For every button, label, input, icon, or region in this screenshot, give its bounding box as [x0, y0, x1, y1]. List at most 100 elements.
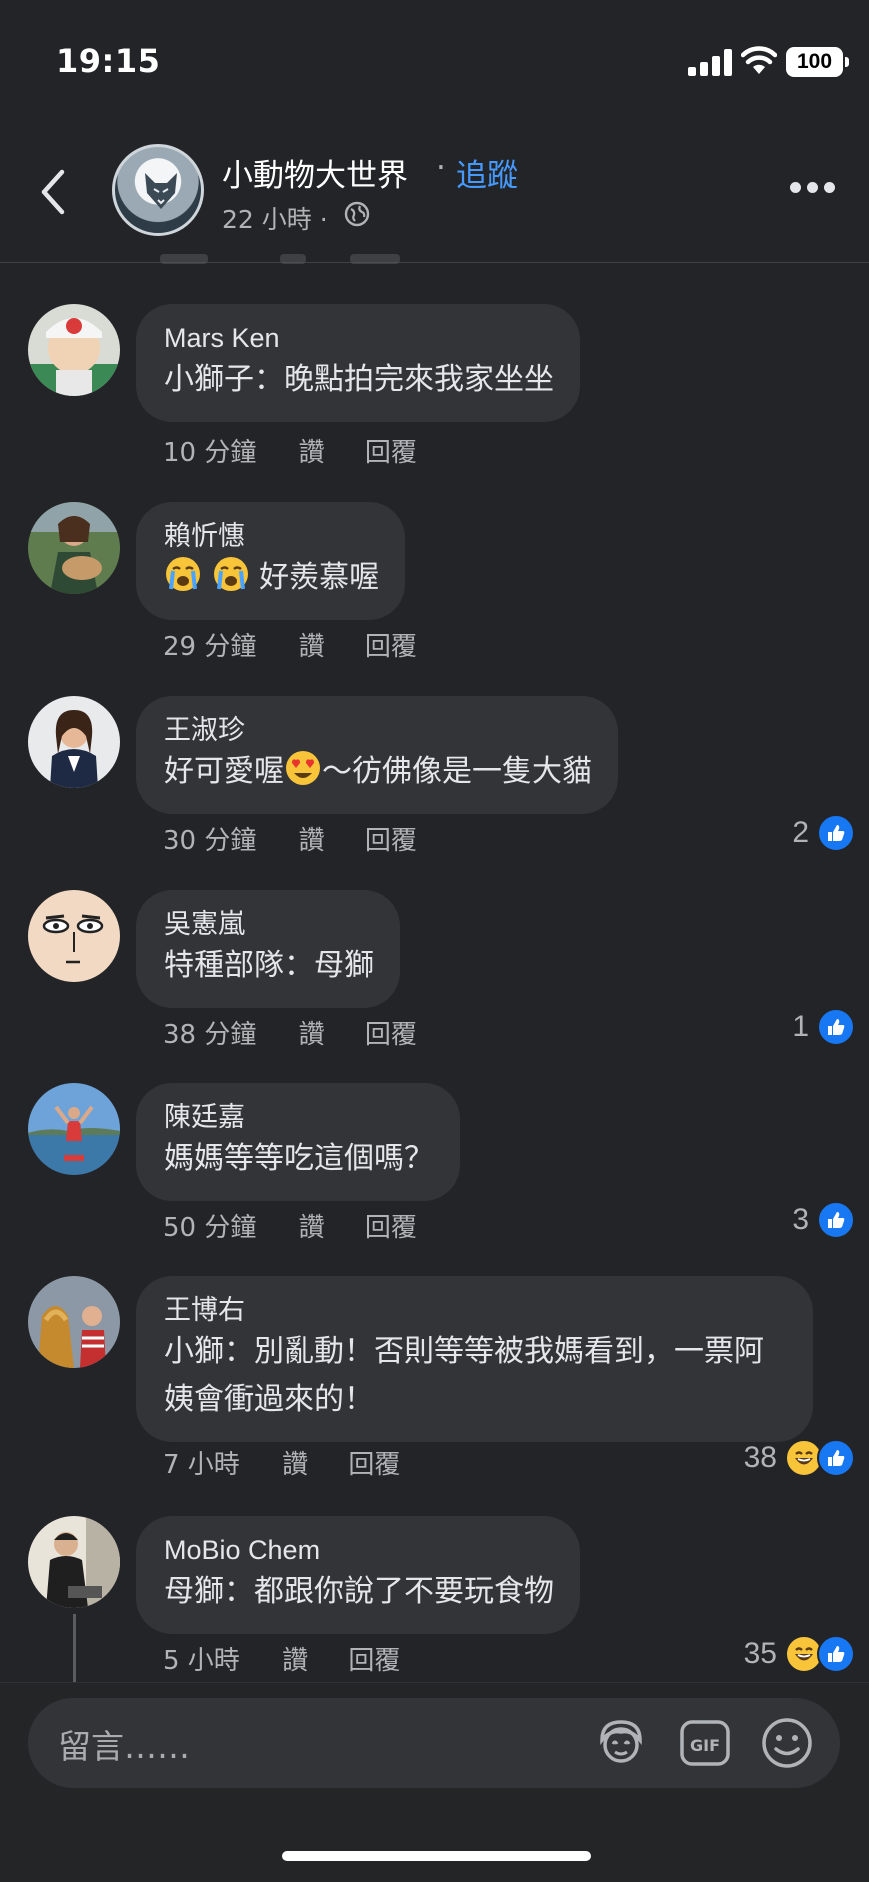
commenter-name[interactable]: MoBio Chem	[164, 1532, 554, 1568]
avatar-sticker-icon[interactable]	[592, 1714, 650, 1772]
header-separator: ·	[436, 150, 446, 186]
comment-text: 好可愛喔 ～彷佛像是一隻大貓	[164, 748, 592, 796]
like-button[interactable]: 讚	[282, 1640, 308, 1677]
page-avatar[interactable]	[112, 144, 204, 236]
reaction-count: 38	[743, 1441, 777, 1474]
avatar[interactable]	[28, 502, 120, 594]
comment-text-after: ～彷佛像是一隻大貓	[322, 754, 592, 789]
avatar[interactable]	[28, 304, 120, 396]
reply-button[interactable]: 回覆	[348, 1444, 400, 1481]
like-button[interactable]: 讚	[299, 626, 325, 663]
like-button[interactable]: 讚	[299, 1207, 325, 1244]
comment-bubble[interactable]: 賴忻憓 好羨慕喔	[136, 502, 406, 620]
gif-icon[interactable]: GIF	[676, 1714, 734, 1772]
comment-meta: 29 分鐘 讚 回覆	[163, 626, 417, 663]
reaction-summary[interactable]: 35	[744, 1634, 855, 1674]
like-button[interactable]: 讚	[299, 432, 325, 469]
comment-meta: 7 小時 讚 回覆	[163, 1444, 400, 1481]
like-reaction-icon	[817, 1439, 855, 1477]
like-button[interactable]: 讚	[282, 1444, 308, 1481]
reaction-count: 2	[792, 816, 809, 849]
comment-time: 5 小時	[163, 1646, 240, 1676]
comment-bubble[interactable]: Mars Ken 小獅子：晚點拍完來我家坐坐	[136, 304, 580, 422]
comment-meta: 10 分鐘 讚 回覆	[163, 432, 417, 469]
reply-button[interactable]: 回覆	[365, 626, 417, 663]
comment-bubble[interactable]: 王淑珍 好可愛喔 ～彷佛像是一隻大貓	[136, 696, 618, 814]
reaction-summary[interactable]: 1	[792, 1007, 855, 1047]
comment-meta: 5 小時 讚 回覆	[163, 1640, 400, 1677]
comment-meta: 38 分鐘 讚 回覆	[163, 1014, 417, 1051]
svg-text:GIF: GIF	[690, 1736, 720, 1755]
avatar[interactable]	[28, 1276, 120, 1368]
comment-bubble[interactable]: 吳憲嵐 特種部隊：母獅	[136, 890, 400, 1008]
avatar[interactable]	[28, 696, 120, 788]
comment-text: 小獅：別亂動！否則等等被我媽看到，一票阿姨會衝過來的！	[164, 1334, 764, 1417]
status-bar: 19:15 100	[0, 0, 869, 120]
reply-button[interactable]: 回覆	[348, 1640, 400, 1677]
wolf-logo-icon	[145, 173, 177, 209]
reaction-summary[interactable]: 3	[792, 1200, 855, 1240]
comment-text: 小獅子：晚點拍完來我家坐坐	[164, 362, 554, 397]
reaction-count: 35	[743, 1637, 777, 1670]
like-reaction-icon	[817, 814, 855, 852]
commenter-name[interactable]: 陳廷嘉	[164, 1099, 434, 1135]
reply-thread-line	[73, 1614, 76, 1684]
comment-meta: 50 分鐘 讚 回覆	[163, 1207, 417, 1244]
commenter-name[interactable]: 吳憲嵐	[164, 906, 374, 942]
commenter-name[interactable]: Mars Ken	[164, 320, 554, 356]
comment-input-placeholder[interactable]: 留言……	[58, 1720, 190, 1768]
comment-time: 50 分鐘	[163, 1213, 257, 1243]
like-reaction-icon	[817, 1201, 855, 1239]
post-timestamp: 22 小時 ·	[222, 205, 328, 234]
comment-text: 母獅：都跟你說了不要玩食物	[164, 1574, 554, 1609]
comment-time: 7 小時	[163, 1450, 240, 1480]
comment-bubble[interactable]: 王博右 小獅：別亂動！否則等等被我媽看到，一票阿姨會衝過來的！	[136, 1276, 813, 1442]
comment-text: 好羨慕喔	[164, 554, 379, 602]
like-reaction-icon	[817, 1008, 855, 1046]
comment-time: 29 分鐘	[163, 632, 257, 662]
comment-bubble[interactable]: MoBio Chem 母獅：都跟你說了不要玩食物	[136, 1516, 580, 1634]
reaction-summary[interactable]: 2	[792, 813, 855, 853]
back-arrow-icon[interactable]	[34, 166, 74, 218]
comment-text: 特種部隊：母獅	[164, 948, 374, 983]
reaction-count: 3	[792, 1203, 809, 1236]
comment-text: 媽媽等等吃這個嗎？	[164, 1141, 434, 1176]
clipped-previous-comment	[160, 250, 460, 266]
comment-meta: 30 分鐘 讚 回覆	[163, 820, 417, 857]
comment-time: 30 分鐘	[163, 826, 257, 856]
like-reaction-icon	[817, 1635, 855, 1673]
home-indicator	[282, 1851, 591, 1861]
reply-button[interactable]: 回覆	[365, 432, 417, 469]
comment-time: 38 分鐘	[163, 1020, 257, 1050]
wifi-icon	[741, 46, 777, 74]
more-options-icon[interactable]	[790, 182, 836, 196]
like-button[interactable]: 讚	[299, 820, 325, 857]
avatar[interactable]	[28, 1516, 120, 1608]
comment-text-body: 好羨慕喔	[259, 560, 380, 595]
commenter-name[interactable]: 賴忻憓	[164, 518, 379, 554]
commenter-name[interactable]: 王博右	[164, 1292, 787, 1328]
commenter-name[interactable]: 王淑珍	[164, 712, 592, 748]
globe-icon	[344, 201, 370, 227]
reaction-count: 1	[792, 1010, 809, 1043]
avatar[interactable]	[28, 890, 120, 982]
comment-composer[interactable]: 留言…… GIF	[28, 1698, 840, 1788]
follow-button[interactable]: 追蹤	[456, 150, 518, 195]
reaction-summary[interactable]: 38	[744, 1438, 855, 1478]
comment-text-before: 好可愛喔	[164, 754, 284, 789]
reply-button[interactable]: 回覆	[365, 1014, 417, 1051]
crying-face-emoji-icon	[213, 557, 248, 591]
battery-indicator: 100	[786, 47, 849, 77]
emoji-icon[interactable]	[758, 1714, 816, 1772]
heart-eyes-emoji-icon	[286, 751, 320, 785]
reply-button[interactable]: 回覆	[365, 1207, 417, 1244]
comment-bubble[interactable]: 陳廷嘉 媽媽等等吃這個嗎？	[136, 1083, 460, 1201]
comment-time: 10 分鐘	[163, 438, 257, 468]
page-name[interactable]: 小動物大世界	[222, 150, 408, 195]
like-button[interactable]: 讚	[299, 1014, 325, 1051]
cellular-signal-icon	[688, 48, 732, 76]
crying-face-emoji-icon	[166, 557, 200, 591]
avatar[interactable]	[28, 1083, 120, 1175]
reply-button[interactable]: 回覆	[365, 820, 417, 857]
post-header: 小動物大世界 · 追蹤 22 小時 ·	[0, 120, 869, 263]
